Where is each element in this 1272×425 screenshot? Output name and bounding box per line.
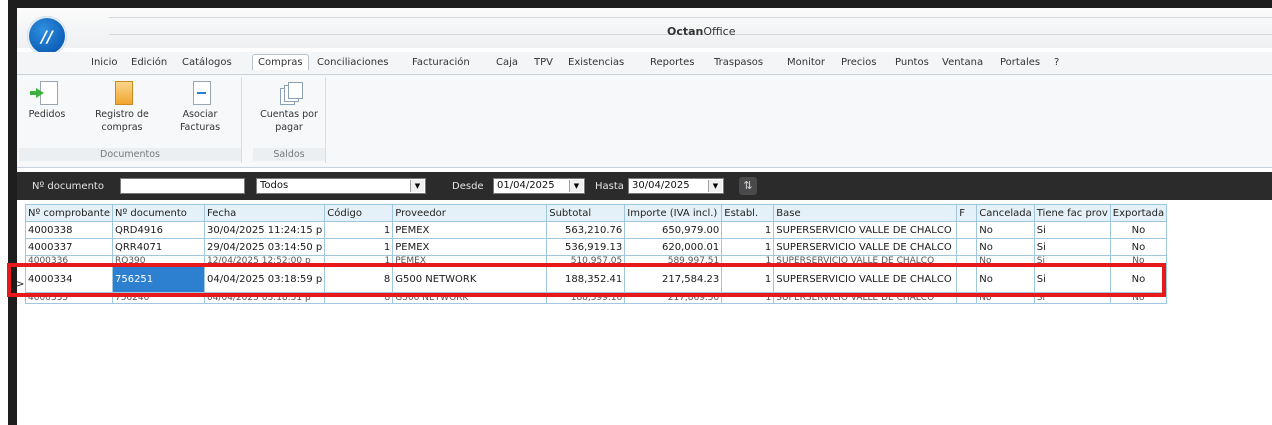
- app-window: OctanOffice // Inicio Edición Catálogos …: [0, 0, 1272, 425]
- to-date-picker[interactable]: 30/04/2025 ▼: [628, 178, 724, 194]
- menu-portales[interactable]: Portales: [1000, 57, 1040, 68]
- col-fac-prov[interactable]: Tiene fac prov: [1033, 204, 1111, 222]
- menu-existencias[interactable]: Existencias: [568, 57, 624, 68]
- menu-reportes[interactable]: Reportes: [650, 57, 695, 68]
- menu-edicion[interactable]: Edición: [131, 57, 167, 68]
- ribbon-group-saldos: Cuentas por pagar Saldos: [253, 77, 326, 163]
- menu-precios[interactable]: Precios: [841, 57, 877, 68]
- registro-compras-button[interactable]: Registro de compras: [91, 81, 153, 134]
- purchases-grid: Nº comprobante Nº documento Fecha Código…: [17, 200, 1272, 425]
- table-row[interactable]: 4000336 RQ390 12/04/2025 12:52:00 p1 PEME…: [25, 255, 1168, 267]
- table-row[interactable]: 4000337 QRR4071 29/04/2025 03:14:50 p1 PE…: [25, 238, 1168, 256]
- accounts-payable-icon: [278, 81, 303, 105]
- menu-ventana[interactable]: Ventana: [942, 57, 983, 68]
- table-row[interactable]: 4000338 QRD4916 30/04/2025 11:24:15 p1 PE…: [25, 221, 1168, 239]
- filter-toolbar: Nº documento Todos ▼ Desde 01/04/2025 ▼ …: [17, 172, 1272, 200]
- menu-caja[interactable]: Caja: [496, 57, 518, 68]
- from-label: Desde: [452, 181, 484, 192]
- col-f[interactable]: F: [956, 204, 978, 222]
- purchases-table: Nº comprobante Nº documento Fecha Código…: [25, 204, 1168, 304]
- app-logo-button[interactable]: //: [27, 16, 67, 56]
- menu-conciliaciones[interactable]: Conciliaciones: [317, 57, 389, 68]
- app-title: OctanOffice: [667, 25, 736, 38]
- status-select[interactable]: Todos ▼: [256, 178, 426, 194]
- col-base[interactable]: Base: [773, 204, 958, 222]
- col-establ[interactable]: Establ.: [721, 204, 775, 222]
- col-fecha[interactable]: Fecha: [203, 204, 326, 222]
- add-document-icon: [30, 81, 58, 105]
- doc-number-label: Nº documento: [32, 181, 104, 192]
- doc-number-input[interactable]: [120, 178, 245, 194]
- top-border: [8, 0, 1272, 8]
- col-codigo[interactable]: Código: [324, 204, 394, 222]
- menu-bar: Inicio Edición Catálogos Compras Concili…: [17, 52, 1272, 74]
- table-header: Nº comprobante Nº documento Fecha Código…: [25, 204, 1168, 222]
- title-bar: OctanOffice: [17, 8, 1272, 48]
- menu-inicio[interactable]: Inicio: [91, 57, 117, 68]
- menu-facturacion[interactable]: Facturación: [412, 57, 470, 68]
- menu-puntos[interactable]: Puntos: [895, 57, 929, 68]
- left-border: [8, 8, 17, 425]
- menu-compras[interactable]: Compras: [252, 54, 309, 70]
- to-label: Hasta: [595, 181, 624, 192]
- from-date-picker[interactable]: 01/04/2025 ▼: [493, 178, 585, 194]
- chevron-down-icon[interactable]: ▼: [708, 180, 722, 192]
- register-purchases-icon: [111, 81, 133, 105]
- menu-monitor[interactable]: Monitor: [787, 57, 825, 68]
- chevron-down-icon[interactable]: ▼: [569, 180, 583, 192]
- table-row[interactable]: 4000335 756240 04/04/2025 03:18:51 p8 G50…: [25, 292, 1168, 304]
- group-label-saldos: Saldos: [253, 148, 325, 161]
- col-cancelada[interactable]: Cancelada: [976, 204, 1035, 222]
- pedidos-button[interactable]: Pedidos: [27, 81, 67, 121]
- col-comprobante[interactable]: Nº comprobante: [25, 204, 113, 222]
- cuentas-por-pagar-button[interactable]: Cuentas por pagar: [257, 81, 321, 134]
- row-pointer-icon: >: [16, 279, 25, 290]
- asociar-facturas-button[interactable]: Asociar Facturas: [173, 81, 227, 134]
- refresh-icon[interactable]: ⇅: [739, 177, 757, 195]
- ribbon: Pedidos Registro de compras Asociar Fact…: [17, 74, 1272, 168]
- group-label-documentos: Documentos: [19, 148, 241, 161]
- chevron-down-icon[interactable]: ▼: [410, 180, 424, 192]
- col-exportada[interactable]: Exportada: [1109, 204, 1168, 222]
- table-row-selected[interactable]: 4000334 756251 04/04/2025 03:18:59 p8 G50…: [25, 266, 1168, 293]
- selected-cell[interactable]: 756251: [111, 266, 205, 293]
- col-subtotal[interactable]: Subtotal: [546, 204, 626, 222]
- associate-invoices-icon: [189, 81, 211, 105]
- col-documento[interactable]: Nº documento: [111, 204, 205, 222]
- left-edge: [0, 0, 8, 425]
- menu-tpv[interactable]: TPV: [534, 57, 553, 68]
- menu-help[interactable]: ?: [1054, 57, 1059, 68]
- menu-traspasos[interactable]: Traspasos: [714, 57, 763, 68]
- col-importe[interactable]: Importe (IVA incl.): [624, 204, 723, 222]
- ribbon-group-documentos: Pedidos Registro de compras Asociar Fact…: [19, 77, 242, 163]
- col-proveedor[interactable]: Proveedor: [392, 204, 548, 222]
- menu-catalogos[interactable]: Catálogos: [182, 57, 232, 68]
